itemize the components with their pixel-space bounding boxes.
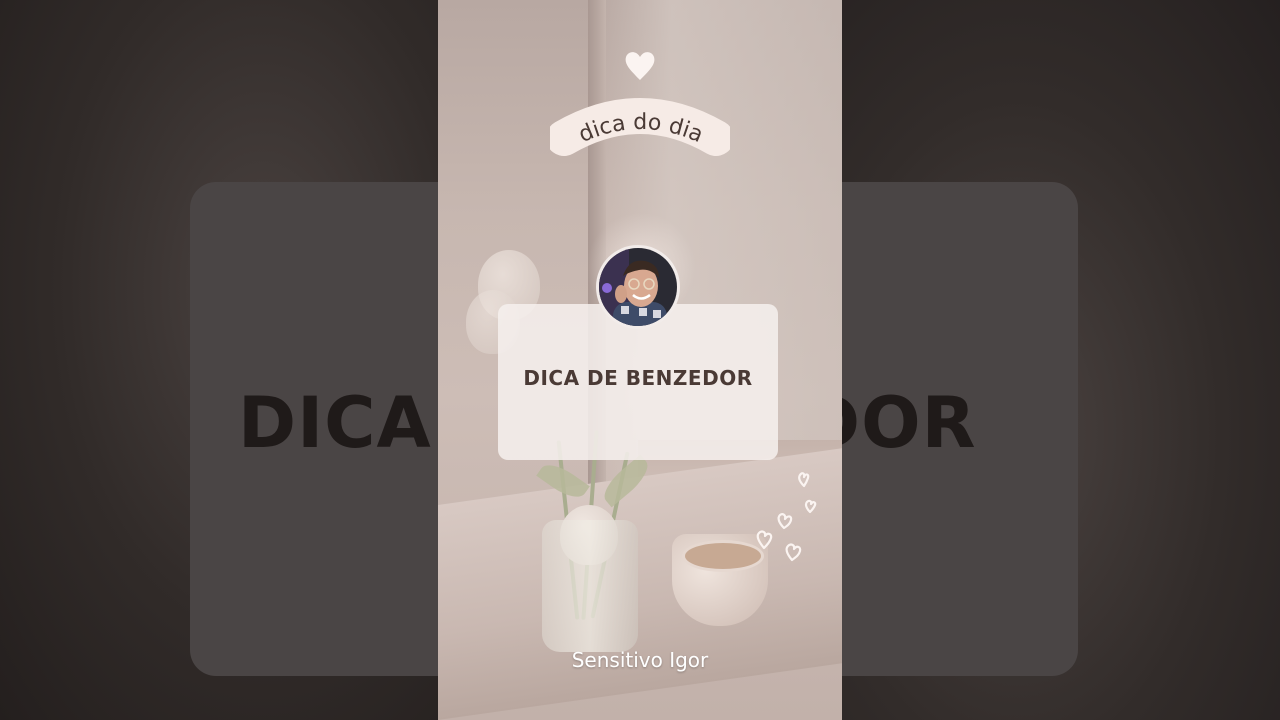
blurred-text-left: DICA [238,382,432,464]
profile-avatar [596,245,680,329]
card-title: DICA DE BENZEDOR [523,366,753,390]
hearts-cluster-icon [750,470,820,566]
author-name: Sensitivo Igor [571,648,709,672]
blurred-background-left: DICA [0,0,438,720]
blurred-text-right: DOR [842,382,977,464]
daily-tip-badge: dica do dia [546,98,734,166]
blurred-background-right: DOR [842,0,1280,720]
heart-icon [622,48,658,84]
glass-vase [542,520,638,652]
story-frame: dica do dia DICA DE BENZEDOR Sensitivo I… [438,0,842,720]
